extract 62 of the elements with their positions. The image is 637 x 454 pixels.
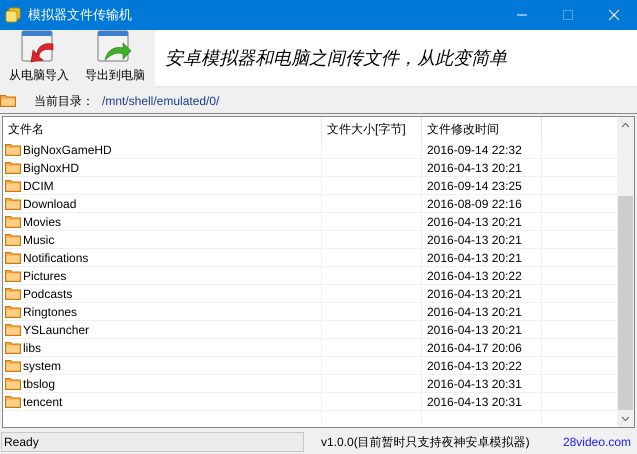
column-header[interactable]: 文件大小[字节]: [322, 117, 422, 141]
file-name-cell[interactable]: YSLauncher: [3, 321, 322, 338]
date-cell: 2016-04-13 20:21: [422, 159, 542, 176]
scrollbar[interactable]: [617, 117, 634, 427]
slogan: 安卓模拟器和电脑之间传文件，从此变简单: [165, 46, 507, 70]
date-cell: 2016-04-13 20:21: [422, 321, 542, 338]
column-header[interactable]: 文件修改时间: [422, 117, 542, 141]
folder-icon: [5, 341, 21, 354]
folder-icon: [5, 251, 21, 264]
path-text: /mnt/shell/emulated/0/: [102, 92, 220, 110]
version-text: v1.0.0(目前暂时只支持夜神安卓模拟器): [321, 434, 530, 451]
window-title: 模拟器文件传输机: [28, 6, 132, 24]
folder-icon: [5, 143, 21, 156]
date-cell: 2016-04-13 20:21: [422, 213, 542, 230]
file-name-cell[interactable]: BigNoxGameHD: [3, 141, 322, 158]
path-label: 当前目录：: [34, 92, 94, 110]
date-cell: 2016-04-13 20:31: [422, 375, 542, 392]
folder-icon: [5, 179, 21, 192]
date-cell: 2016-04-13 20:21: [422, 285, 542, 302]
folder-icon: [5, 323, 21, 336]
date-cell: 2016-09-14 22:32: [422, 141, 542, 158]
website-link[interactable]: 28video.com: [562, 433, 631, 451]
file-name-cell[interactable]: tbslog: [3, 375, 322, 392]
app-icon: [5, 7, 21, 23]
date-cell: 2016-04-13 20:21: [422, 249, 542, 266]
status-text: Ready: [1, 432, 304, 452]
date-cell: 2016-04-13 20:21: [422, 303, 542, 320]
date-cell: 2016-04-13 20:21: [422, 231, 542, 248]
date-cell: 2016-04-17 20:06: [422, 339, 542, 356]
window-export-arrow-icon: [97, 30, 133, 64]
file-name-cell[interactable]: DCIM: [3, 177, 322, 194]
folder-icon: [5, 359, 21, 372]
date-cell: 2016-04-13 20:22: [422, 357, 542, 374]
file-name-cell[interactable]: Download: [3, 195, 322, 212]
file-name-cell[interactable]: Ringtones: [3, 303, 322, 320]
file-name-cell[interactable]: BigNoxHD: [3, 159, 322, 176]
file-name-cell[interactable]: Podcasts: [3, 285, 322, 302]
folder-icon: [5, 215, 21, 228]
file-name-cell[interactable]: system: [3, 357, 322, 374]
file-name-cell[interactable]: Movies: [3, 213, 322, 230]
column-header[interactable]: 文件名: [3, 117, 322, 141]
file-name-cell[interactable]: libs: [3, 339, 322, 356]
date-cell: 2016-08-09 22:16: [422, 195, 542, 212]
folder-icon: [5, 377, 21, 390]
file-name-cell[interactable]: tencent: [3, 393, 322, 410]
folder-icon: [5, 269, 21, 282]
folder-icon: [5, 395, 21, 408]
scrollbar-thumb[interactable]: [618, 196, 633, 410]
toolbar-button[interactable]: 从电脑导入: [4, 30, 74, 84]
folder-icon: [0, 94, 16, 107]
folder-icon: [5, 287, 21, 300]
folder-icon: [5, 197, 21, 210]
file-name-cell[interactable]: Music: [3, 231, 322, 248]
folder-icon: [5, 233, 21, 246]
toolbar-button[interactable]: 导出到电脑: [80, 30, 150, 84]
file-name-cell[interactable]: Pictures: [3, 267, 322, 284]
folder-icon: [5, 161, 21, 174]
date-cell: 2016-09-14 23:25: [422, 177, 542, 194]
file-name-cell[interactable]: Notifications: [3, 249, 322, 266]
date-cell: 2016-04-13 20:22: [422, 267, 542, 284]
date-cell: 2016-04-13 20:31: [422, 393, 542, 410]
folder-icon: [5, 305, 21, 318]
